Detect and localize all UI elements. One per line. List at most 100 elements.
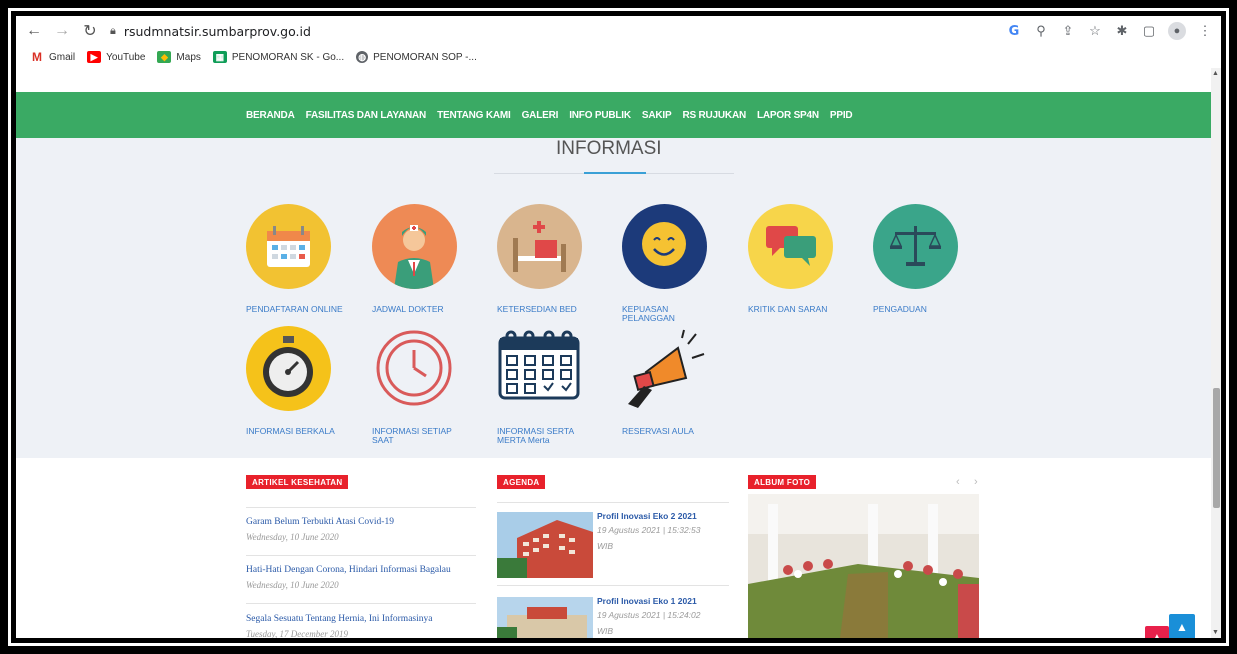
tile-label: PENGADUAN bbox=[873, 304, 927, 314]
bookmark-youtube[interactable]: ▶ YouTube bbox=[87, 51, 145, 63]
scroll-down-icon[interactable]: ▼ bbox=[1212, 629, 1219, 636]
tile-kritik-dan-saran[interactable]: KRITIK DAN SARAN bbox=[748, 204, 848, 314]
tile-label: RESERVASI AULA bbox=[622, 426, 694, 436]
screenshot-frame: ← → ↻ 🔒︎ rsudmnatsir.sumbarprov.go.id G … bbox=[0, 0, 1237, 654]
article-title[interactable]: Segala Sesuatu Tentang Hernia, Ini Infor… bbox=[246, 614, 432, 624]
nav-menu: BERANDA FASILITAS DAN LAYANAN TENTANG KA… bbox=[246, 110, 853, 121]
smiley-icon bbox=[622, 204, 707, 289]
album-tag: ALBUM FOTO bbox=[748, 475, 817, 489]
tile-label: KRITIK DAN SARAN bbox=[748, 304, 828, 314]
tile-pengaduan[interactable]: PENGADUAN bbox=[873, 204, 973, 314]
tile-informasi-berkala[interactable]: INFORMASI BERKALA bbox=[246, 326, 346, 436]
nav-item-fasilitas[interactable]: FASILITAS DAN LAYANAN bbox=[306, 110, 427, 121]
bookmark-penomoran-sk[interactable]: ▦ PENOMORAN SK - Go... bbox=[212, 51, 345, 63]
scroll-thumb[interactable] bbox=[1213, 388, 1220, 508]
tile-label: KEPUASAN PELANGGAN bbox=[622, 304, 675, 323]
agenda-title[interactable]: Profil Inovasi Eko 1 2021 bbox=[597, 596, 697, 606]
tile-label: INFORMASI SERTA MERTA Merta bbox=[497, 426, 574, 445]
page-scrollbar[interactable]: ▲ ▼ bbox=[1211, 68, 1221, 638]
divider bbox=[246, 507, 476, 508]
browser-tools: G ⚲ ⇪ ☆ ✱ ▢ ● ⋮ bbox=[1006, 16, 1213, 46]
maps-icon: ◆ bbox=[157, 51, 172, 63]
scales-icon bbox=[873, 204, 958, 289]
nav-item-sakip[interactable]: SAKIP bbox=[642, 110, 672, 121]
youtube-icon: ▶ bbox=[87, 51, 102, 63]
tile-informasi-serta-merta[interactable]: INFORMASI SERTA MERTA Merta bbox=[497, 326, 597, 445]
article-title[interactable]: Garam Belum Terbukti Atasi Covid-19 bbox=[246, 517, 394, 527]
tile-kepuasan-pelanggan[interactable]: KEPUASAN PELANGGAN bbox=[622, 204, 722, 323]
share-icon[interactable]: ⇪ bbox=[1060, 22, 1076, 40]
article-date: Wednesday, 10 June 2020 bbox=[246, 580, 339, 590]
nav-item-rs-rujukan[interactable]: RS RUJUKAN bbox=[682, 110, 746, 121]
bookmark-label: Maps bbox=[176, 51, 201, 63]
back-icon[interactable]: ← bbox=[20, 17, 48, 45]
section-title: INFORMASI bbox=[556, 138, 662, 159]
main-navbar: BERANDA FASILITAS DAN LAYANAN TENTANG KA… bbox=[16, 92, 1211, 138]
tile-jadwal-dokter[interactable]: JADWAL DOKTER bbox=[372, 204, 472, 314]
doctor-icon bbox=[372, 204, 457, 289]
globe-icon: ◍ bbox=[356, 51, 369, 63]
nav-item-tentang-kami[interactable]: TENTANG KAMI bbox=[437, 110, 511, 121]
forward-icon[interactable]: → bbox=[48, 17, 76, 45]
bookmark-penomoran-sop[interactable]: ◍ PENOMORAN SOP -... bbox=[356, 51, 477, 63]
bookmark-label: YouTube bbox=[106, 51, 146, 63]
browser-window: ← → ↻ 🔒︎ rsudmnatsir.sumbarprov.go.id G … bbox=[16, 16, 1221, 638]
article-date: Tuesday, 17 December 2019 bbox=[246, 629, 348, 638]
title-accent bbox=[584, 172, 646, 174]
agenda-date: 19 Agustus 2021 | 15:32:53 WIB bbox=[597, 525, 701, 551]
agenda-title[interactable]: Profil Inovasi Eko 2 2021 bbox=[597, 511, 697, 521]
web-page: BERANDA FASILITAS DAN LAYANAN TENTANG KA… bbox=[16, 68, 1221, 638]
tile-pendaftaran-online[interactable]: PENDAFTARAN ONLINE bbox=[246, 204, 346, 314]
lock-icon: 🔒︎ bbox=[110, 24, 116, 37]
nav-item-galeri[interactable]: GALERI bbox=[522, 110, 559, 121]
agenda-tag: AGENDA bbox=[497, 475, 546, 489]
sidepanel-icon[interactable]: ▢ bbox=[1141, 22, 1157, 40]
article-title[interactable]: Hati-Hati Dengan Corona, Hindari Informa… bbox=[246, 565, 451, 575]
nav-item-ppid[interactable]: PPID bbox=[830, 110, 853, 121]
nav-item-info-publik[interactable]: INFO PUBLIK bbox=[569, 110, 631, 121]
gmail-icon: M bbox=[32, 50, 42, 64]
tile-label: INFORMASI BERKALA bbox=[246, 426, 335, 436]
address-bar[interactable]: 🔒︎ rsudmnatsir.sumbarprov.go.id bbox=[110, 19, 311, 43]
tile-label: INFORMASI SETIAP SAAT bbox=[372, 426, 452, 445]
google-icon[interactable]: G bbox=[1006, 22, 1022, 40]
informasi-section: INFORMASI PENDAFTARAN ONLINE JADWAL DOKT… bbox=[16, 138, 1211, 458]
url-text: rsudmnatsir.sumbarprov.go.id bbox=[123, 23, 311, 39]
menu-icon[interactable]: ⋮ bbox=[1197, 22, 1213, 40]
tile-informasi-setiap-saat[interactable]: INFORMASI SETIAP SAAT bbox=[372, 326, 472, 445]
red-scroll-button[interactable]: ▲ bbox=[1145, 626, 1169, 638]
stopwatch-icon bbox=[246, 326, 331, 411]
profile-avatar[interactable]: ● bbox=[1168, 22, 1186, 40]
divider bbox=[246, 603, 476, 604]
artikel-tag: ARTIKEL KESEHATAN bbox=[246, 475, 349, 489]
tile-label: PENDAFTARAN ONLINE bbox=[246, 304, 343, 314]
divider bbox=[246, 555, 476, 556]
divider bbox=[497, 502, 729, 503]
album-photo[interactable] bbox=[748, 494, 979, 638]
tile-reservasi-aula[interactable]: RESERVASI AULA bbox=[622, 326, 722, 436]
bookmark-maps[interactable]: ◆ Maps bbox=[157, 51, 201, 63]
clock-icon bbox=[372, 326, 457, 411]
frame-border: ← → ↻ 🔒︎ rsudmnatsir.sumbarprov.go.id G … bbox=[8, 8, 1229, 646]
nav-item-lapor-sp4n[interactable]: LAPOR SP4N bbox=[757, 110, 819, 121]
scroll-up-icon[interactable]: ▲ bbox=[1212, 70, 1219, 77]
carousel-next-icon[interactable]: › bbox=[974, 476, 978, 488]
reload-icon[interactable]: ↻ bbox=[76, 17, 104, 45]
carousel-prev-icon[interactable]: ‹ bbox=[956, 476, 960, 488]
agenda-thumbnail[interactable] bbox=[497, 512, 593, 578]
tile-ketersediaan-bed[interactable]: KETERSEDIAN BED bbox=[497, 204, 597, 314]
bookmark-label: PENOMORAN SOP -... bbox=[373, 51, 477, 63]
extensions-icon[interactable]: ✱ bbox=[1114, 22, 1130, 40]
bookmark-label: PENOMORAN SK - Go... bbox=[231, 51, 345, 63]
tile-label: JADWAL DOKTER bbox=[372, 304, 444, 314]
nav-item-beranda[interactable]: BERANDA bbox=[246, 110, 295, 121]
star-icon[interactable]: ☆ bbox=[1087, 22, 1103, 40]
calendar-icon bbox=[246, 204, 331, 289]
bookmark-gmail[interactable]: M Gmail bbox=[30, 50, 75, 64]
agenda-thumbnail[interactable] bbox=[497, 597, 593, 638]
sheets-icon: ▦ bbox=[212, 51, 227, 63]
news-section: ARTIKEL KESEHATAN Garam Belum Terbukti A… bbox=[16, 458, 1211, 638]
schedule-calendar-icon bbox=[497, 326, 582, 411]
scroll-to-top-button[interactable]: ▲ bbox=[1169, 614, 1195, 638]
zoom-icon[interactable]: ⚲ bbox=[1033, 22, 1049, 40]
